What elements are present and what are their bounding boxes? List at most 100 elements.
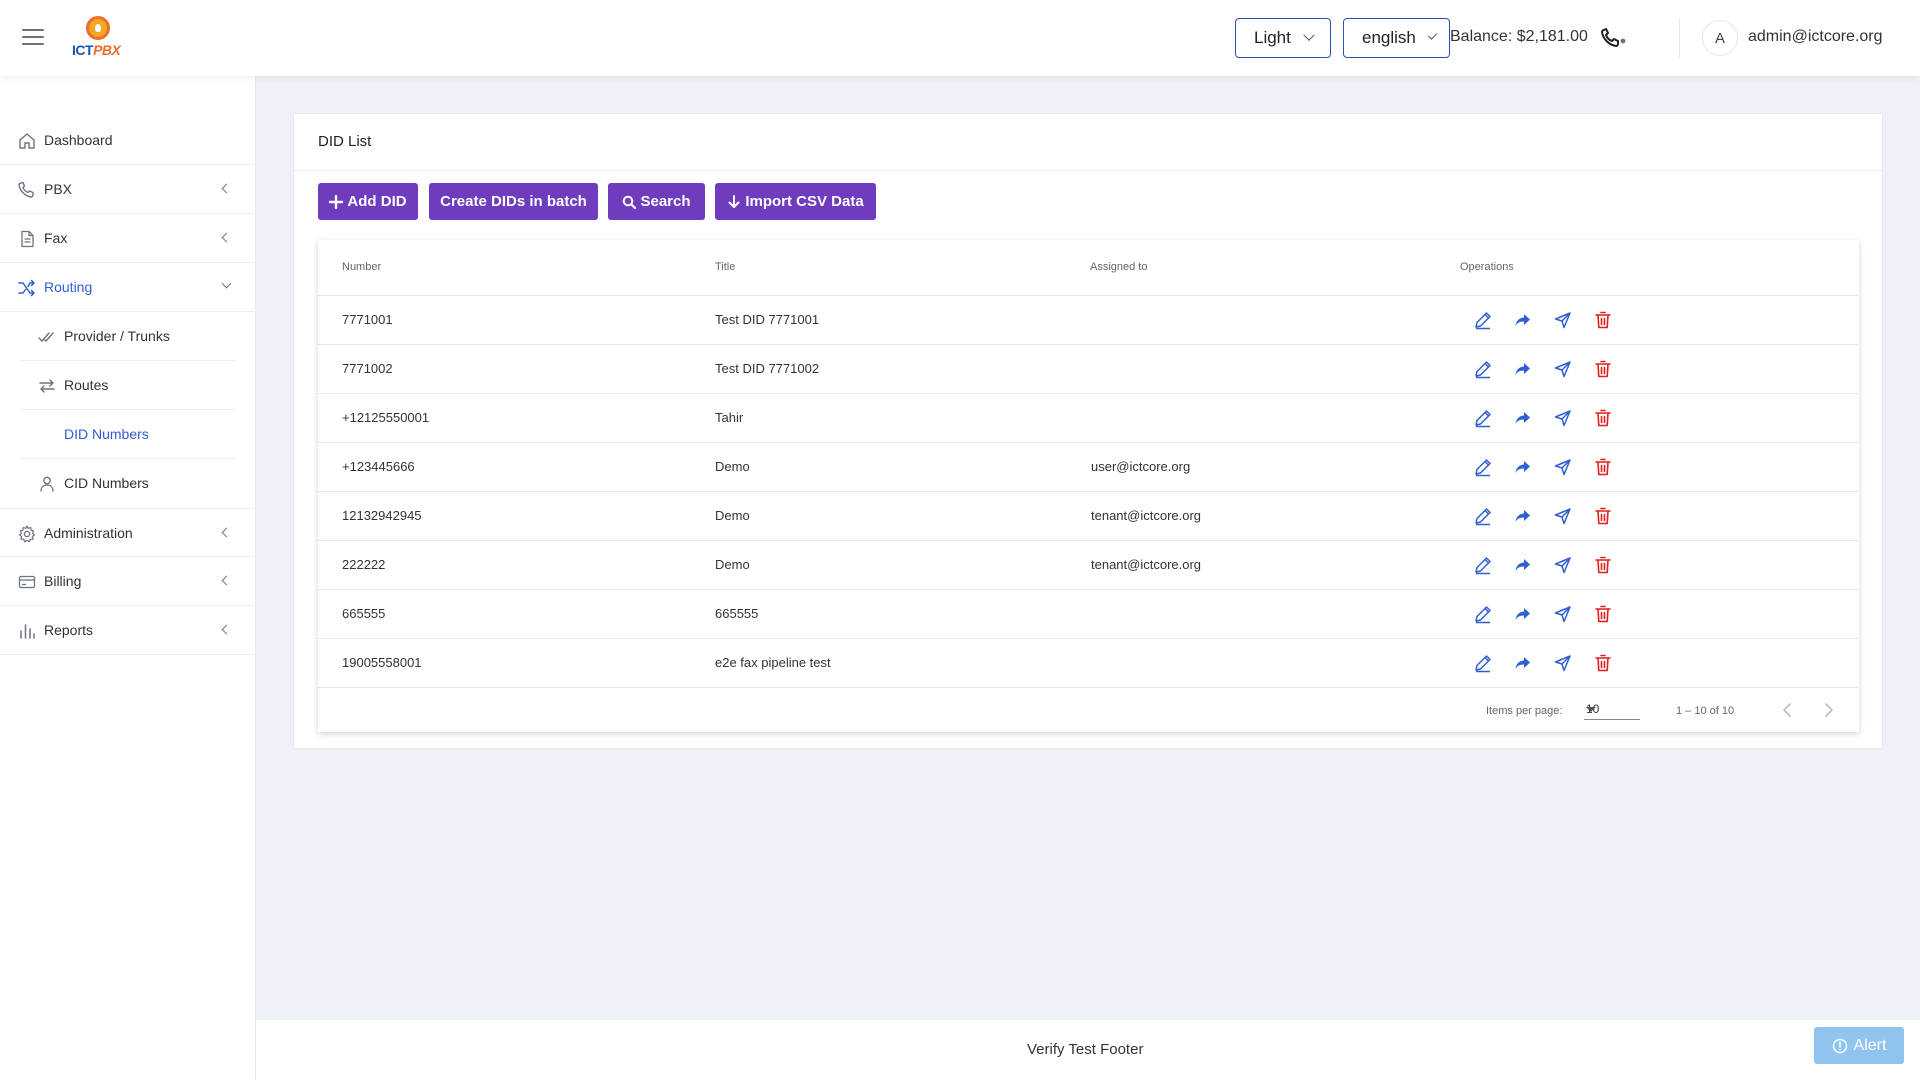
top-header: ICTPBX Light english Balance: $2,181.00 … (0, 0, 1920, 76)
sidebar-item-reports[interactable]: Reports (0, 606, 256, 655)
avatar[interactable]: A (1702, 20, 1738, 56)
edit-icon[interactable] (1473, 604, 1493, 624)
cell-title: e2e fax pipeline test (715, 655, 831, 670)
create-dids-batch-button[interactable]: Create DIDs in batch (429, 183, 598, 220)
theme-select[interactable]: Light (1235, 18, 1331, 58)
edit-icon[interactable] (1473, 653, 1493, 673)
menu-toggle-icon[interactable] (22, 29, 44, 45)
delete-icon[interactable] (1593, 555, 1613, 575)
delete-icon[interactable] (1593, 653, 1613, 673)
send-icon[interactable] (1553, 653, 1573, 673)
theme-select-value: Light (1254, 28, 1291, 47)
logo-text: ICTPBX (72, 42, 121, 58)
cell-number: 222222 (342, 557, 386, 572)
forward-icon[interactable] (1513, 555, 1533, 575)
import-csv-button[interactable]: Import CSV Data (715, 183, 876, 220)
row-operations (1473, 457, 1613, 477)
sidebar-item-dashboard[interactable]: Dashboard (0, 116, 256, 165)
column-header-assigned[interactable]: Assigned to (1090, 261, 1147, 273)
info-circle-icon (1832, 1038, 1847, 1053)
send-icon[interactable] (1553, 457, 1573, 477)
cell-title: Test DID 7771001 (715, 312, 820, 327)
previous-page-icon[interactable] (1780, 702, 1796, 718)
alert-button[interactable]: Alert (1814, 1027, 1904, 1064)
sidebar-item-pbx[interactable]: PBX (0, 165, 256, 214)
user-email[interactable]: admin@ictcore.org (1748, 28, 1883, 46)
search-button[interactable]: Search (608, 183, 705, 220)
send-icon[interactable] (1553, 359, 1573, 379)
forward-icon[interactable] (1513, 359, 1533, 379)
did-list-card: DID List Add DID Create DIDs in batch Se… (293, 113, 1883, 749)
sidebar-subitem-cid-numbers[interactable]: CID Numbers (20, 459, 236, 508)
items-per-page-select[interactable]: 10 (1584, 700, 1640, 720)
delete-icon[interactable] (1593, 310, 1613, 330)
edit-icon[interactable] (1473, 457, 1493, 477)
forward-icon[interactable] (1513, 457, 1533, 477)
swap-icon (39, 379, 55, 393)
sidebar-item-administration[interactable]: Administration (0, 508, 256, 557)
sidebar-item-routing[interactable]: Routing (0, 263, 256, 312)
send-icon[interactable] (1553, 506, 1573, 526)
forward-icon[interactable] (1513, 310, 1533, 330)
add-did-button[interactable]: Add DID (318, 183, 418, 220)
cell-number: +12125550001 (342, 410, 430, 425)
sidebar-item-label: Dashboard (44, 132, 113, 148)
send-icon[interactable] (1553, 310, 1573, 330)
edit-icon[interactable] (1473, 310, 1493, 330)
sidebar-item-billing[interactable]: Billing (0, 557, 256, 606)
row-operations (1473, 506, 1613, 526)
sidebar-subitem-provider-trunks[interactable]: Provider / Trunks (20, 312, 236, 361)
page-title: DID List (318, 133, 372, 150)
edit-icon[interactable] (1473, 359, 1493, 379)
forward-icon[interactable] (1513, 408, 1533, 428)
column-header-title[interactable]: Title (715, 261, 735, 273)
cell-title: Test DID 7771002 (715, 361, 820, 376)
shuffle-icon (18, 279, 35, 297)
sidebar-subitem-did-numbers[interactable]: DID Numbers (20, 410, 236, 459)
edit-icon[interactable] (1473, 555, 1493, 575)
delete-icon[interactable] (1593, 457, 1613, 477)
send-icon[interactable] (1553, 604, 1573, 624)
row-operations (1473, 359, 1613, 379)
sidebar-item-label: Administration (44, 525, 133, 541)
delete-icon[interactable] (1593, 506, 1613, 526)
sidebar-item-label: PBX (44, 181, 73, 197)
forward-icon[interactable] (1513, 506, 1533, 526)
column-header-number[interactable]: Number (342, 261, 381, 273)
chevron-down-icon (221, 278, 232, 289)
cell-title: 665555 (715, 606, 759, 621)
forward-icon[interactable] (1513, 604, 1533, 624)
double-check-icon (38, 332, 54, 342)
phone-icon[interactable] (1600, 27, 1628, 49)
delete-icon[interactable] (1593, 604, 1613, 624)
table-row: 665555 665555 (318, 590, 1859, 639)
send-icon[interactable] (1553, 408, 1573, 428)
search-button-label: Search (640, 193, 691, 210)
document-icon (21, 230, 34, 248)
table-row: 222222 Demo tenant@ictcore.org (318, 541, 1859, 590)
cell-title: Demo (715, 557, 750, 572)
balance-display: Balance: $2,181.00 (1450, 28, 1588, 45)
sidebar-item-label: CID Numbers (64, 475, 149, 491)
table-row: 7771001 Test DID 7771001 (318, 296, 1859, 345)
delete-icon[interactable] (1593, 408, 1613, 428)
next-page-icon[interactable] (1820, 702, 1836, 718)
edit-icon[interactable] (1473, 408, 1493, 428)
send-icon[interactable] (1553, 555, 1573, 575)
logo-mark (86, 16, 110, 40)
edit-icon[interactable] (1473, 506, 1493, 526)
delete-icon[interactable] (1593, 359, 1613, 379)
home-icon (19, 133, 35, 149)
create-dids-batch-button-label: Create DIDs in batch (440, 193, 587, 210)
sidebar-subitem-routes[interactable]: Routes (20, 361, 236, 410)
card-icon (18, 575, 36, 589)
chevron-left-icon (221, 527, 232, 538)
forward-icon[interactable] (1513, 653, 1533, 673)
table-row: +12125550001 Tahir (318, 394, 1859, 443)
table-row: 7771002 Test DID 7771002 (318, 345, 1859, 394)
app-logo[interactable]: ICTPBX (72, 16, 124, 60)
sidebar-item-fax[interactable]: Fax (0, 214, 256, 263)
chevron-left-icon (221, 183, 232, 194)
chevron-down-icon (1303, 29, 1315, 41)
language-select[interactable]: english (1343, 18, 1450, 58)
